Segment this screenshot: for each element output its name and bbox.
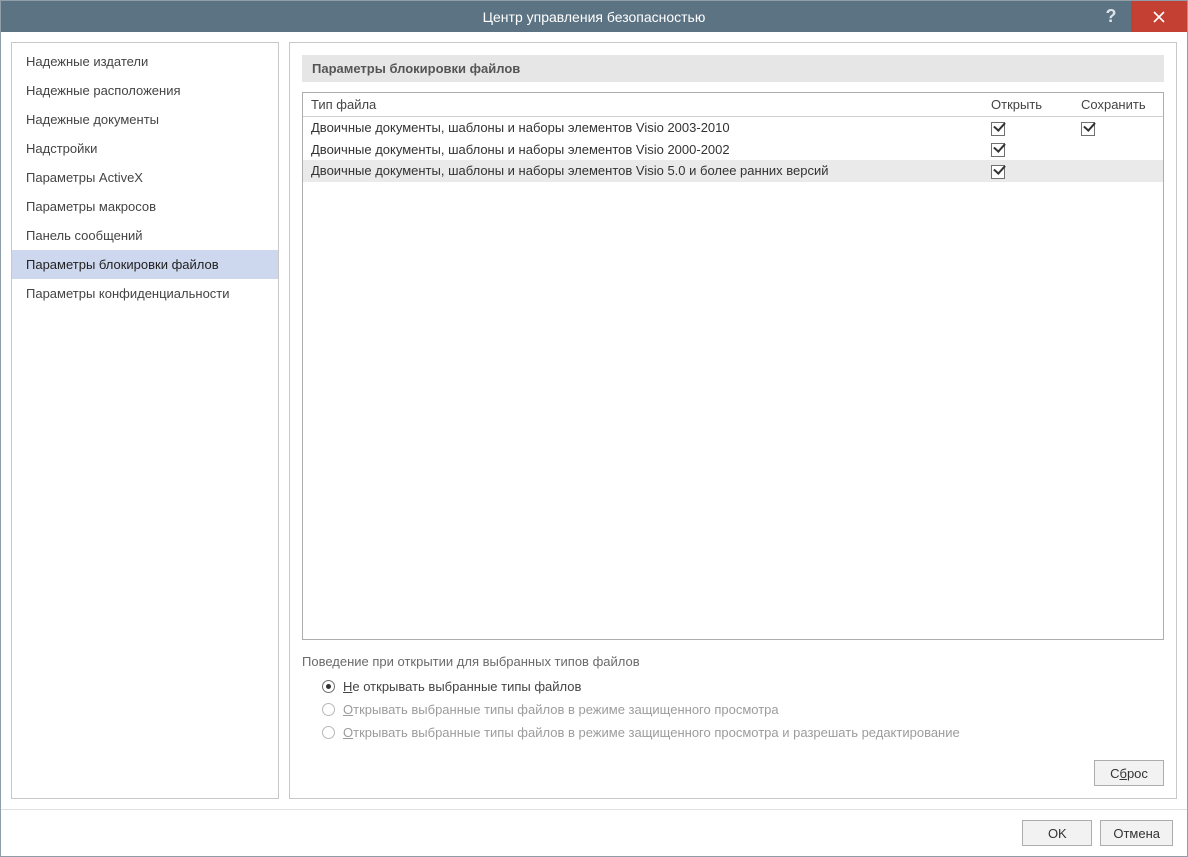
close-icon	[1153, 11, 1165, 23]
reset-label: Сброс	[1110, 766, 1148, 781]
radio-icon	[322, 726, 335, 739]
radio-icon	[322, 680, 335, 693]
titlebar-controls: ?	[1091, 1, 1187, 32]
save-cell	[1073, 117, 1163, 139]
col-header-open[interactable]: Открыть	[983, 93, 1073, 117]
titlebar: Центр управления безопасностью ?	[1, 1, 1187, 32]
table-row[interactable]: Двоичные документы, шаблоны и наборы эле…	[303, 117, 1163, 139]
sidebar-item-4[interactable]: Параметры ActiveX	[12, 163, 278, 192]
radio-icon	[322, 703, 335, 716]
reset-button[interactable]: Сброс	[1094, 760, 1164, 786]
cancel-button[interactable]: Отмена	[1100, 820, 1173, 846]
sidebar-item-1[interactable]: Надежные расположения	[12, 76, 278, 105]
sidebar-item-8[interactable]: Параметры конфиденциальности	[12, 279, 278, 308]
file-type-cell: Двоичные документы, шаблоны и наборы эле…	[303, 139, 983, 161]
behavior-option-label: Открывать выбранные типы файлов в режиме…	[343, 702, 779, 717]
file-block-table: Тип файла Открыть Сохранить Двоичные док…	[303, 93, 1163, 182]
sidebar-item-7[interactable]: Параметры блокировки файлов	[12, 250, 278, 279]
save-checkbox[interactable]	[1081, 122, 1095, 136]
behavior-title: Поведение при открытии для выбранных тип…	[302, 654, 1164, 669]
save-cell	[1073, 160, 1163, 182]
file-type-cell: Двоичные документы, шаблоны и наборы эле…	[303, 117, 983, 139]
open-checkbox[interactable]	[991, 165, 1005, 179]
sidebar-item-3[interactable]: Надстройки	[12, 134, 278, 163]
sidebar-item-5[interactable]: Параметры макросов	[12, 192, 278, 221]
ok-button[interactable]: OK	[1022, 820, 1092, 846]
help-button[interactable]: ?	[1091, 1, 1131, 32]
close-button[interactable]	[1131, 1, 1187, 32]
col-header-type[interactable]: Тип файла	[303, 93, 983, 117]
sidebar-item-6[interactable]: Панель сообщений	[12, 221, 278, 250]
open-cell	[983, 139, 1073, 161]
dialog-body: Надежные издателиНадежные расположенияНа…	[1, 32, 1187, 809]
save-cell	[1073, 139, 1163, 161]
open-checkbox[interactable]	[991, 122, 1005, 136]
table-row[interactable]: Двоичные документы, шаблоны и наборы эле…	[303, 160, 1163, 182]
sidebar-item-2[interactable]: Надежные документы	[12, 105, 278, 134]
window-title: Центр управления безопасностью	[483, 9, 706, 25]
open-cell	[983, 117, 1073, 139]
col-header-save[interactable]: Сохранить	[1073, 93, 1163, 117]
reset-row: Сброс	[302, 754, 1164, 786]
trust-center-dialog: Центр управления безопасностью ? Надежны…	[0, 0, 1188, 857]
help-icon: ?	[1106, 6, 1117, 27]
open-behavior-section: Поведение при открытии для выбранных тип…	[302, 650, 1164, 744]
behavior-option-label: Открывать выбранные типы файлов в режиме…	[343, 725, 960, 740]
behavior-option-1: Открывать выбранные типы файлов в режиме…	[302, 698, 1164, 721]
sidebar-item-0[interactable]: Надежные издатели	[12, 47, 278, 76]
dialog-footer: OK Отмена	[1, 809, 1187, 856]
open-cell	[983, 160, 1073, 182]
file-type-cell: Двоичные документы, шаблоны и наборы эле…	[303, 160, 983, 182]
behavior-option-label: Не открывать выбранные типы файлов	[343, 679, 581, 694]
file-block-table-container: Тип файла Открыть Сохранить Двоичные док…	[302, 92, 1164, 640]
sidebar: Надежные издателиНадежные расположенияНа…	[11, 42, 279, 799]
behavior-option-0[interactable]: Не открывать выбранные типы файлов	[302, 675, 1164, 698]
behavior-option-2: Открывать выбранные типы файлов в режиме…	[302, 721, 1164, 744]
open-checkbox[interactable]	[991, 143, 1005, 157]
table-row[interactable]: Двоичные документы, шаблоны и наборы эле…	[303, 139, 1163, 161]
section-header: Параметры блокировки файлов	[302, 55, 1164, 82]
main-panel: Параметры блокировки файлов Тип файла От…	[289, 42, 1177, 799]
